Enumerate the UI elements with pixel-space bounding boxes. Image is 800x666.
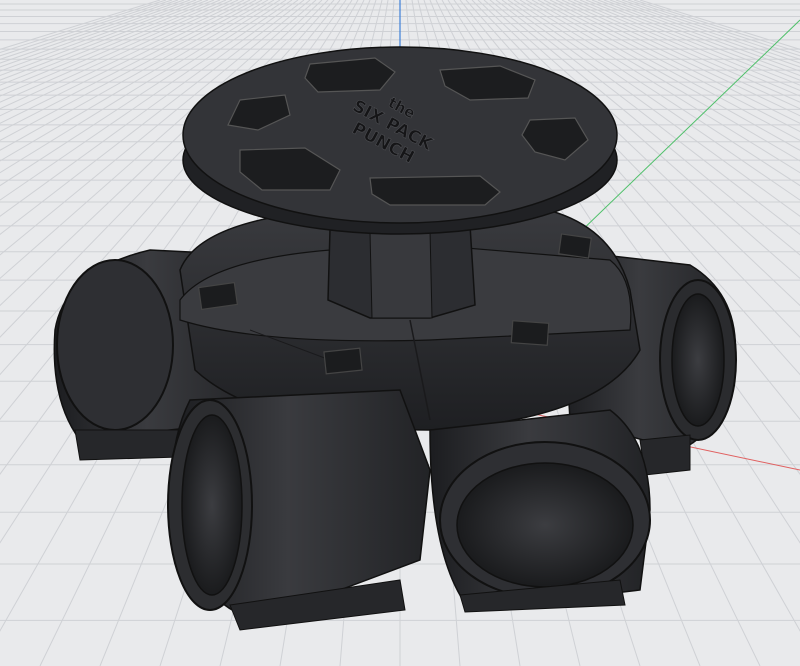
disc-cutout-6	[369, 175, 501, 206]
top-disc[interactable]: the SIX PACK PUNCH	[182, 46, 618, 235]
front-left-pipe-socket[interactable]	[167, 389, 431, 631]
front-right-pipe-socket[interactable]	[429, 409, 651, 613]
disc-cutout-1	[304, 57, 396, 93]
3d-viewport[interactable]: the SIX PACK PUNCH	[0, 0, 800, 666]
key-slot-4	[558, 233, 592, 259]
key-slot-3	[510, 320, 550, 346]
key-slot-2	[323, 347, 363, 375]
six-pack-punch-model[interactable]: the SIX PACK PUNCH	[53, 46, 737, 631]
key-slot-1	[197, 281, 239, 311]
viewport-canvas[interactable]: the SIX PACK PUNCH	[0, 0, 800, 666]
center-stem[interactable]	[327, 224, 476, 319]
